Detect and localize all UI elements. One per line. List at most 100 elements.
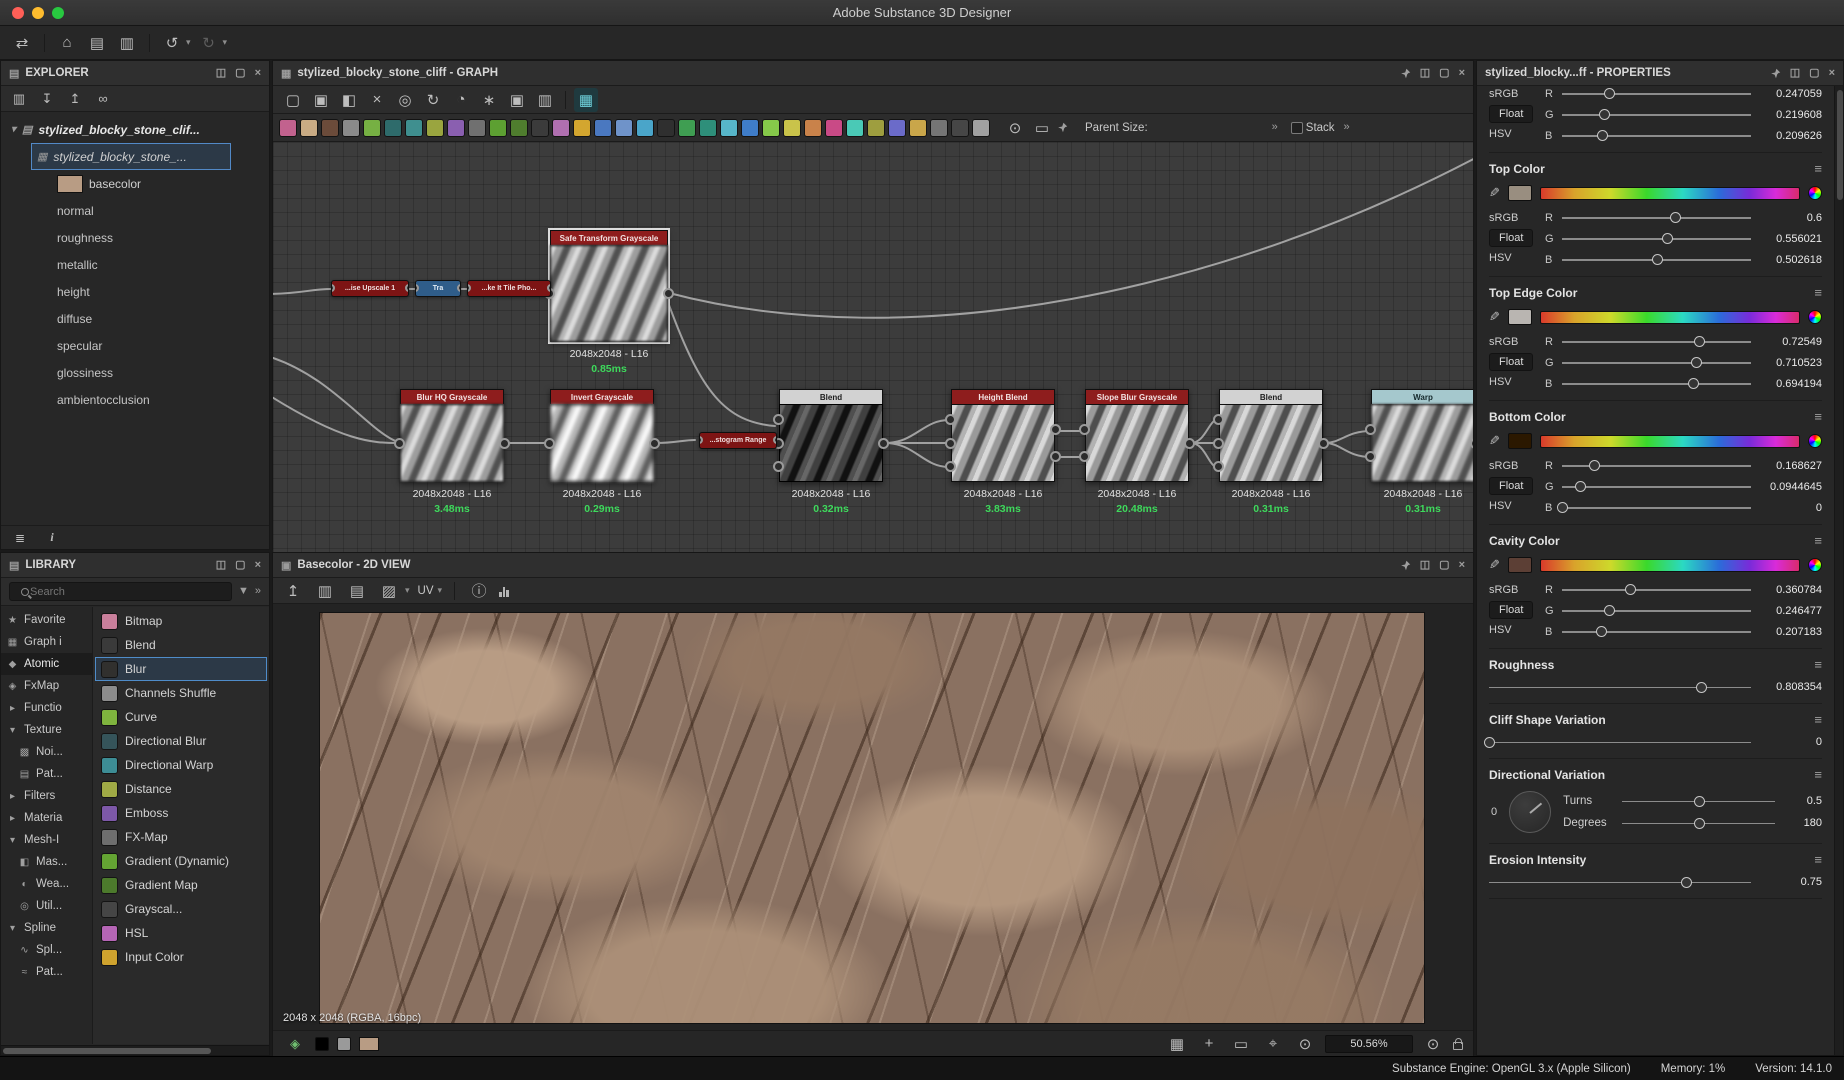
caret-down-icon[interactable]: ▾ bbox=[11, 124, 16, 135]
input-pin[interactable] bbox=[1213, 438, 1224, 449]
slider-handle[interactable] bbox=[1696, 682, 1707, 693]
hsv-label[interactable]: HSV bbox=[1489, 500, 1512, 512]
texture-thumbnail[interactable] bbox=[359, 1037, 379, 1051]
search-input[interactable] bbox=[9, 582, 232, 601]
turns-slider[interactable] bbox=[1622, 796, 1775, 807]
display-fit-icon[interactable]: ▭ bbox=[1229, 1032, 1253, 1056]
input-pin[interactable] bbox=[1213, 461, 1224, 472]
direction-dial[interactable] bbox=[1509, 791, 1551, 833]
dock-icon[interactable]: ◫ bbox=[216, 560, 226, 571]
marquee-select-icon[interactable]: ▢ bbox=[281, 88, 305, 112]
home-icon[interactable]: ⌂ bbox=[55, 31, 79, 55]
material-preview-icon[interactable]: ◧ bbox=[337, 88, 361, 112]
slider-handle[interactable] bbox=[1688, 378, 1699, 389]
import-icon[interactable]: ↧ bbox=[37, 89, 57, 109]
node-type-icon-16[interactable] bbox=[594, 119, 612, 137]
graph-node-safe-transform-grayscale[interactable]: Safe Transform Grayscale2048x2048 - L160… bbox=[550, 230, 668, 342]
library-item-fx-map[interactable]: FX-Map bbox=[95, 825, 267, 849]
view2d-canvas[interactable]: 2048 x 2048 (RGBA, 16bpc) bbox=[273, 604, 1473, 1030]
node-type-icon-30[interactable] bbox=[888, 119, 906, 137]
explorer-output-height[interactable]: height bbox=[1, 278, 269, 305]
explorer-output-specular[interactable]: specular bbox=[1, 332, 269, 359]
explorer-package-row[interactable]: ▾ ▤ stylized_blocky_stone_clif... bbox=[1, 116, 269, 143]
node-type-icon-28[interactable] bbox=[846, 119, 864, 137]
input-pin[interactable] bbox=[394, 438, 405, 449]
graph-node-blur-hq-grayscale[interactable]: Blur HQ Grayscale2048x2048 - L163.48ms bbox=[400, 389, 504, 482]
output-pin[interactable] bbox=[1050, 451, 1061, 462]
zoom-reset-icon[interactable]: ⊙ bbox=[1293, 1032, 1317, 1056]
input-pin[interactable] bbox=[1365, 451, 1376, 462]
hue-gradient-bar[interactable] bbox=[1540, 311, 1800, 324]
input-pin[interactable] bbox=[467, 284, 471, 292]
pin-icon[interactable] bbox=[1400, 560, 1411, 571]
center-view-icon[interactable]: ⌖ bbox=[1261, 1032, 1285, 1056]
library-item-curve[interactable]: Curve bbox=[95, 705, 267, 729]
slider-handle[interactable] bbox=[1589, 460, 1600, 471]
library-category-pat[interactable]: ▤Pat... bbox=[1, 763, 92, 785]
library-item-grayscal[interactable]: Grayscal... bbox=[95, 897, 267, 921]
grid-toggle-icon[interactable]: ▦ bbox=[1165, 1032, 1189, 1056]
library-category-wea[interactable]: ◐Wea... bbox=[1, 873, 92, 895]
slider-handle[interactable] bbox=[1557, 502, 1568, 513]
explorer-output-metallic[interactable]: metallic bbox=[1, 251, 269, 278]
library-item-gradient-map[interactable]: Gradient Map bbox=[95, 873, 267, 897]
pin-icon[interactable] bbox=[1770, 68, 1781, 79]
node-type-icon-21[interactable] bbox=[699, 119, 717, 137]
library-category-graph-i[interactable]: ▦Graph i bbox=[1, 631, 92, 653]
explorer-output-diffuse[interactable]: diffuse bbox=[1, 305, 269, 332]
input-pin[interactable] bbox=[945, 438, 956, 449]
zoom-level[interactable]: 50.56% bbox=[1325, 1035, 1413, 1053]
channel-slider-r[interactable] bbox=[1562, 584, 1751, 595]
channel-slider-r[interactable] bbox=[1562, 336, 1751, 347]
black-background-swatch[interactable] bbox=[315, 1037, 329, 1051]
graph-node-warp[interactable]: Warp2048x2048 - L160.31ms bbox=[1371, 389, 1473, 482]
node-type-icon-7[interactable] bbox=[405, 119, 423, 137]
eyedropper-icon[interactable]: ✎ bbox=[1489, 185, 1500, 201]
graph-mini-node-stogram-range[interactable]: ...stogram Range bbox=[699, 432, 777, 449]
eyedropper-icon[interactable]: ✎ bbox=[1489, 309, 1500, 325]
channel-slider-g[interactable] bbox=[1562, 109, 1751, 120]
output-pin[interactable] bbox=[649, 438, 660, 449]
node-type-icon-10[interactable] bbox=[468, 119, 486, 137]
undo-icon[interactable]: ↺ bbox=[160, 31, 184, 55]
channel-slider-g[interactable] bbox=[1562, 605, 1751, 616]
filter-funnel-icon[interactable]: ▼ bbox=[238, 586, 249, 597]
frame-all-icon[interactable]: ▣ bbox=[505, 88, 529, 112]
node-type-icon-4[interactable] bbox=[342, 119, 360, 137]
color-swatch[interactable] bbox=[1508, 309, 1532, 325]
color-wheel-icon[interactable] bbox=[1808, 434, 1822, 448]
node-type-icon-20[interactable] bbox=[678, 119, 696, 137]
node-type-icon-29[interactable] bbox=[867, 119, 885, 137]
library-horizontal-scrollbar[interactable] bbox=[1, 1045, 269, 1055]
zoom-icon[interactable]: ◎ bbox=[393, 88, 417, 112]
library-category-util[interactable]: ◎Util... bbox=[1, 895, 92, 917]
overflow-chevrons-icon[interactable]: » bbox=[255, 586, 261, 597]
color-wheel-icon[interactable] bbox=[1808, 558, 1822, 572]
library-category-filters[interactable]: ▸Filters bbox=[1, 785, 92, 807]
hierarchy-view-icon[interactable]: ≣ bbox=[11, 529, 29, 547]
node-type-icon-15[interactable] bbox=[573, 119, 591, 137]
graph-node-invert-grayscale[interactable]: Invert Grayscale2048x2048 - L160.29ms bbox=[550, 389, 654, 482]
close-icon[interactable]: × bbox=[1829, 68, 1835, 79]
parent-size-chevrons-icon[interactable]: » bbox=[1272, 122, 1278, 133]
output-pin[interactable] bbox=[1318, 438, 1329, 449]
node-type-icon-2[interactable] bbox=[300, 119, 318, 137]
node-type-icon-31[interactable] bbox=[909, 119, 927, 137]
library-item-gradient-dynamic[interactable]: Gradient (Dynamic) bbox=[95, 849, 267, 873]
node-type-icon-13[interactable] bbox=[531, 119, 549, 137]
save-icon[interactable]: ▥ bbox=[115, 31, 139, 55]
profiler-icon[interactable]: ▥ bbox=[533, 88, 557, 112]
channel-slider-r[interactable] bbox=[1562, 212, 1751, 223]
recenter-icon[interactable]: ↻ bbox=[421, 88, 445, 112]
output-pin[interactable] bbox=[1184, 438, 1195, 449]
graph-canvas[interactable]: Safe Transform Grayscale2048x2048 - L160… bbox=[273, 142, 1473, 552]
dock-icon[interactable]: ◫ bbox=[216, 68, 226, 79]
library-item-channels-shuffle[interactable]: Channels Shuffle bbox=[95, 681, 267, 705]
graph-node-blend[interactable]: Blend2048x2048 - L160.32ms bbox=[779, 389, 883, 482]
library-category-mesh-i[interactable]: ▾Mesh-I bbox=[1, 829, 92, 851]
compute-timing-icon[interactable]: ◔ bbox=[449, 88, 473, 112]
hsv-label[interactable]: HSV bbox=[1489, 128, 1512, 140]
slider-handle[interactable] bbox=[1662, 233, 1673, 244]
close-icon[interactable]: × bbox=[255, 68, 261, 79]
library-category-spline[interactable]: ▾Spline bbox=[1, 917, 92, 939]
